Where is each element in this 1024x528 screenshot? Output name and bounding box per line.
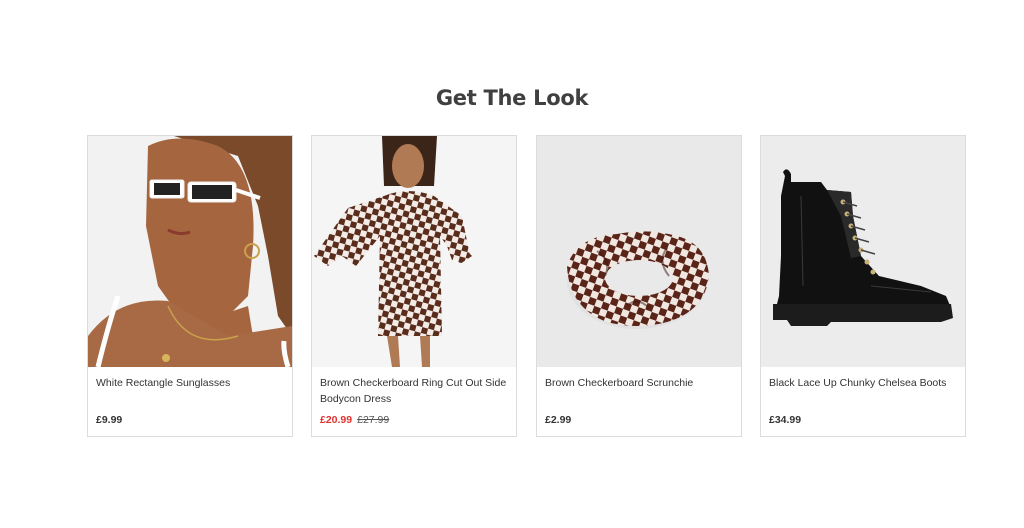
product-name[interactable]: Black Lace Up Chunky Chelsea Boots [769, 375, 959, 391]
product-image-boots[interactable] [761, 136, 965, 367]
product-grid: White Rectangle Sunglasses £9.99 Brown C… [87, 135, 967, 437]
sale-price: £20.99 [320, 414, 353, 426]
product-name[interactable]: Brown Checkerboard Scrunchie [545, 375, 735, 391]
product-name[interactable]: White Rectangle Sunglasses [96, 375, 286, 391]
current-price: £34.99 [769, 414, 802, 426]
product-card-sunglasses[interactable]: White Rectangle Sunglasses £9.99 [87, 135, 293, 437]
section-title: Get The Look [435, 86, 589, 110]
product-card-dress[interactable]: Brown Checkerboard Ring Cut Out Side Bod… [311, 135, 517, 437]
product-card-scrunchie[interactable]: Brown Checkerboard Scrunchie £2.99 [536, 135, 742, 437]
current-price: £9.99 [96, 414, 123, 426]
product-price: £9.99 [96, 414, 122, 426]
product-card-boots[interactable]: Black Lace Up Chunky Chelsea Boots £34.9… [760, 135, 966, 437]
product-price: £20.99 £27.99 [320, 414, 389, 426]
product-image-dress[interactable] [312, 136, 516, 367]
product-price: £2.99 [545, 414, 571, 426]
was-price: £27.99 [357, 414, 390, 426]
product-name[interactable]: Brown Checkerboard Ring Cut Out Side Bod… [320, 375, 510, 407]
product-image-scrunchie[interactable] [537, 136, 741, 367]
product-price: £34.99 [769, 414, 801, 426]
product-image-sunglasses[interactable] [88, 136, 292, 367]
current-price: £2.99 [545, 414, 572, 426]
